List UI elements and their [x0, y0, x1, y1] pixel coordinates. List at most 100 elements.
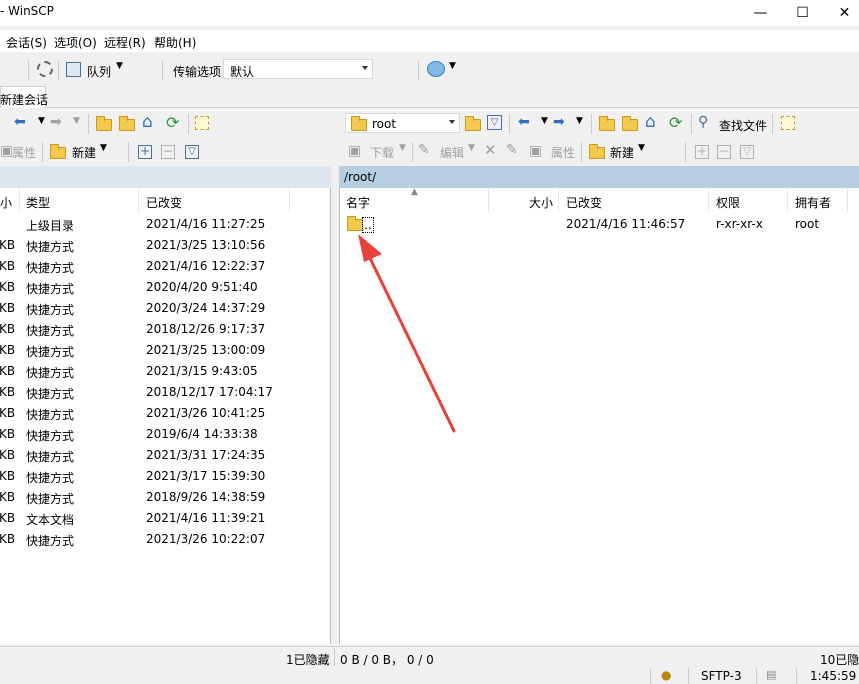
left-file-list[interactable]: 大小 类型 已改变 上级目录 2021/4/16 11:27:25 KB 快捷方式 20… — [0, 188, 331, 644]
left-status: 1已隐藏 — [286, 653, 330, 667]
right-path-label: /root/ — [344, 170, 377, 184]
root-directory-icon[interactable] — [622, 116, 638, 131]
left-new-button[interactable]: 新建 — [72, 144, 96, 161]
queue-icon[interactable] — [66, 62, 81, 77]
close-button[interactable]: ✕ — [822, 0, 859, 26]
open-directory-icon[interactable] — [465, 116, 481, 131]
menu-remote[interactable]: 远程(R) — [104, 34, 146, 51]
left-row-type[interactable]: 上级目录 — [26, 217, 74, 234]
column-size[interactable]: 大小 — [0, 188, 20, 212]
forward-icon[interactable]: ➡ — [50, 114, 62, 130]
properties-icon[interactable]: ▣ — [529, 143, 542, 159]
tree-icon[interactable] — [195, 116, 209, 130]
find-files-icon[interactable]: ⚲ — [698, 114, 708, 130]
select-all-icon[interactable]: + — [695, 145, 709, 159]
download-icon[interactable]: ▣ — [348, 143, 361, 159]
left-row-type[interactable]: 快捷方式 — [26, 343, 74, 360]
filter-icon[interactable]: ▽ — [740, 145, 754, 159]
parent-directory-icon[interactable] — [599, 116, 615, 131]
left-row-type[interactable]: 文本文档 — [26, 511, 74, 528]
delete-icon[interactable]: ✕ — [484, 141, 497, 159]
new-folder-icon[interactable] — [50, 144, 66, 159]
main-toolbar: 队列 ▼ 传输选项 默认 ▼ — [0, 56, 859, 84]
filter-icon[interactable]: ▽ — [487, 115, 502, 130]
left-row-changed: 2019/6/4 14:33:38 — [146, 427, 258, 441]
column-rights[interactable]: 权限 — [709, 188, 788, 212]
unselect-icon[interactable]: − — [161, 145, 175, 159]
left-row-type[interactable]: 快捷方式 — [26, 322, 74, 339]
download-button[interactable]: 下载 — [370, 144, 394, 161]
left-row-type[interactable]: 快捷方式 — [26, 532, 74, 549]
new-folder-icon[interactable] — [589, 144, 605, 159]
left-row-type[interactable]: 快捷方式 — [26, 448, 74, 465]
filter-icon[interactable]: ▽ — [185, 145, 199, 159]
column-owner[interactable]: 拥有者 — [788, 188, 848, 212]
queue-button[interactable]: 队列 — [87, 63, 111, 80]
chevron-down-icon[interactable]: ▼ — [638, 143, 645, 153]
parent-directory-icon[interactable] — [96, 116, 112, 131]
back-icon[interactable]: ⬅ — [518, 114, 530, 130]
left-row-size: KB — [0, 532, 16, 546]
left-row-size: KB — [0, 490, 16, 504]
menu-session[interactable]: 会话(S) — [6, 34, 47, 51]
toolbar-separator — [685, 142, 686, 162]
tree-icon[interactable] — [781, 116, 795, 130]
refresh-icon[interactable]: ⟳ — [166, 113, 179, 132]
left-row-type[interactable]: 快捷方式 — [26, 238, 74, 255]
right-file-list[interactable]: 名字 ▲ 大小 已改变 权限 拥有者 .. 2021/4/16 11:46:57… — [339, 187, 859, 644]
home-icon[interactable]: ⌂ — [645, 112, 656, 132]
menu-options[interactable]: 选项(O) — [54, 34, 97, 51]
right-new-button[interactable]: 新建 — [610, 144, 634, 161]
left-row-type[interactable]: 快捷方式 — [26, 364, 74, 381]
gear-icon[interactable] — [37, 61, 53, 77]
root-directory-icon[interactable] — [119, 116, 135, 131]
find-files-button[interactable]: 查找文件 — [719, 117, 767, 134]
column-changed[interactable]: 已改变 — [559, 188, 709, 212]
remote-directory-select[interactable]: root — [345, 113, 460, 133]
left-row-type[interactable]: 快捷方式 — [26, 490, 74, 507]
status-bar: 1已隐藏 0 B / 0 B， 0 / 0 10已隐藏 — [0, 646, 859, 668]
refresh-icon[interactable]: ⟳ — [669, 113, 682, 132]
transfer-options-label: 传输选项 — [173, 65, 222, 79]
chevron-down-icon[interactable]: ▼ — [100, 143, 107, 153]
left-row-type[interactable]: 快捷方式 — [26, 406, 74, 423]
globe-icon[interactable] — [427, 61, 445, 77]
column-changed[interactable]: 已改变 — [139, 188, 290, 212]
right-properties-button[interactable]: 属性 — [551, 144, 575, 161]
maximize-button[interactable]: ☐ — [780, 0, 825, 26]
forward-icon[interactable]: ➡ — [553, 114, 565, 130]
tab-new-session[interactable]: 新建会话 — [0, 86, 48, 108]
left-row-type[interactable]: 快捷方式 — [26, 427, 74, 444]
left-row-type[interactable]: 快捷方式 — [26, 280, 74, 297]
chevron-down-icon[interactable]: ▼ — [576, 116, 583, 126]
chevron-down-icon[interactable]: ▼ — [38, 116, 45, 126]
rename-icon[interactable]: ✎ — [506, 142, 518, 158]
unselect-icon[interactable]: − — [717, 145, 731, 159]
toolbar-separator — [188, 114, 189, 134]
column-type[interactable]: 类型 — [20, 188, 139, 212]
toolbar-separator — [412, 142, 413, 162]
chevron-down-icon[interactable]: ▼ — [399, 143, 406, 153]
transfer-options-select[interactable]: 默认 — [223, 59, 373, 79]
edit-icon[interactable]: ✎ — [418, 142, 430, 158]
chevron-down-icon[interactable]: ▼ — [468, 143, 475, 153]
left-row-type[interactable]: 快捷方式 — [26, 301, 74, 318]
chevron-down-icon[interactable]: ▼ — [116, 61, 123, 71]
left-row-type[interactable]: 快捷方式 — [26, 469, 74, 486]
panel-splitter[interactable] — [332, 166, 339, 646]
left-row-changed: 2021/3/31 17:24:35 — [146, 448, 266, 462]
left-row-type[interactable]: 快捷方式 — [26, 259, 74, 276]
left-row-type[interactable]: 快捷方式 — [26, 385, 74, 402]
left-properties-button[interactable]: 属性 — [12, 144, 36, 161]
column-size[interactable]: 大小 — [489, 188, 559, 212]
minimize-button[interactable]: — — [738, 0, 783, 26]
home-icon[interactable]: ⌂ — [142, 112, 153, 132]
chevron-down-icon[interactable]: ▼ — [541, 116, 548, 126]
toolbar-separator — [58, 60, 59, 80]
edit-button[interactable]: 编辑 — [440, 144, 464, 161]
select-all-icon[interactable]: + — [138, 145, 152, 159]
chevron-down-icon[interactable]: ▼ — [73, 116, 80, 126]
menu-help[interactable]: 帮助(H) — [154, 34, 196, 51]
back-icon[interactable]: ⬅ — [14, 114, 26, 130]
chevron-down-icon[interactable]: ▼ — [449, 61, 456, 71]
